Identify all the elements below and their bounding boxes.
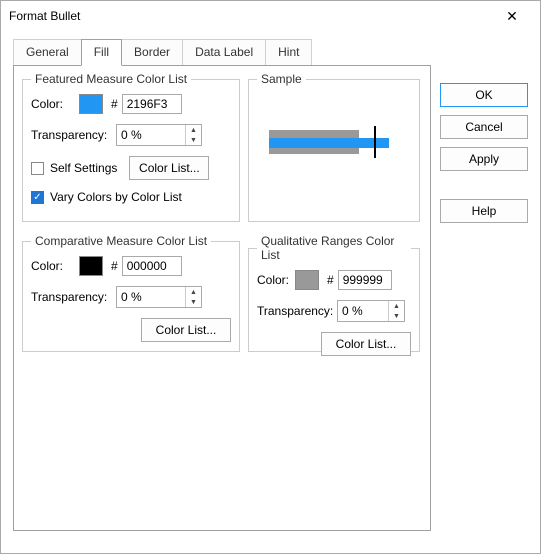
featured-legend: Featured Measure Color List [31,72,191,86]
button-sidebar: OK Cancel Apply Help [440,83,528,223]
spin-down-icon[interactable]: ▼ [186,135,201,145]
comparative-color-list-button[interactable]: Color List... [141,318,231,342]
tab-panel: Featured Measure Color List Color: # Tra… [13,65,431,531]
qualitative-group: Qualitative Ranges Color List Color: # T… [248,234,420,352]
comparative-transparency-spinner[interactable]: ▲▼ [116,286,202,308]
qualitative-hex-input[interactable] [338,270,392,290]
self-settings-checkbox[interactable]: Self Settings [31,161,117,175]
self-settings-label: Self Settings [50,161,117,175]
window-title: Format Bullet [9,9,492,23]
hash-label: # [111,259,118,273]
qualitative-transparency-value[interactable] [338,301,388,321]
spin-up-icon[interactable]: ▲ [186,287,201,297]
spin-down-icon[interactable]: ▼ [186,297,201,307]
sample-featured-bar [269,138,389,148]
featured-color-label: Color: [31,97,79,111]
featured-group: Featured Measure Color List Color: # Tra… [22,72,240,222]
qualitative-transparency-spinner[interactable]: ▲▼ [337,300,405,322]
featured-color-swatch[interactable] [79,94,103,114]
comparative-color-label: Color: [31,259,79,273]
help-button[interactable]: Help [440,199,528,223]
comparative-transparency-value[interactable] [117,287,185,307]
spin-up-icon[interactable]: ▲ [389,301,404,311]
comparative-color-swatch[interactable] [79,256,103,276]
featured-transparency-spinner[interactable]: ▲▼ [116,124,202,146]
qualitative-color-label: Color: [257,273,295,287]
tab-general[interactable]: General [13,39,82,65]
tab-border[interactable]: Border [121,39,183,65]
ok-button[interactable]: OK [440,83,528,107]
hash-label: # [327,273,334,287]
qualitative-transparency-label: Transparency: [257,304,337,318]
comparative-transparency-label: Transparency: [31,290,116,304]
vary-colors-checkbox[interactable]: ✓ Vary Colors by Color List [31,190,182,204]
featured-color-list-button[interactable]: Color List... [129,156,209,180]
dialog-content: General Fill Border Data Label Hint Feat… [1,31,540,553]
vary-colors-label: Vary Colors by Color List [50,190,182,204]
apply-button[interactable]: Apply [440,147,528,171]
hash-label: # [111,97,118,111]
sample-bullet-preview [269,124,399,164]
sample-comparative-marker [374,126,376,158]
comparative-hex-input[interactable] [122,256,182,276]
qualitative-color-list-button[interactable]: Color List... [321,332,411,356]
cancel-button[interactable]: Cancel [440,115,528,139]
checkbox-checked-icon: ✓ [31,191,44,204]
sample-legend: Sample [257,72,306,86]
featured-transparency-value[interactable] [117,125,185,145]
qualitative-color-swatch[interactable] [295,270,319,290]
tab-fill[interactable]: Fill [81,39,122,66]
title-bar: Format Bullet ✕ [1,1,540,31]
tab-strip: General Fill Border Data Label Hint [13,39,431,65]
comparative-group: Comparative Measure Color List Color: # … [22,234,240,352]
comparative-legend: Comparative Measure Color List [31,234,211,248]
spin-down-icon[interactable]: ▼ [389,311,404,321]
tab-data-label[interactable]: Data Label [182,39,266,65]
qualitative-legend: Qualitative Ranges Color List [257,234,411,262]
tab-hint[interactable]: Hint [265,39,312,65]
featured-hex-input[interactable] [122,94,182,114]
close-icon[interactable]: ✕ [492,1,532,31]
featured-transparency-label: Transparency: [31,128,116,142]
sample-group: Sample [248,72,420,222]
checkbox-icon [31,162,44,175]
spin-up-icon[interactable]: ▲ [186,125,201,135]
